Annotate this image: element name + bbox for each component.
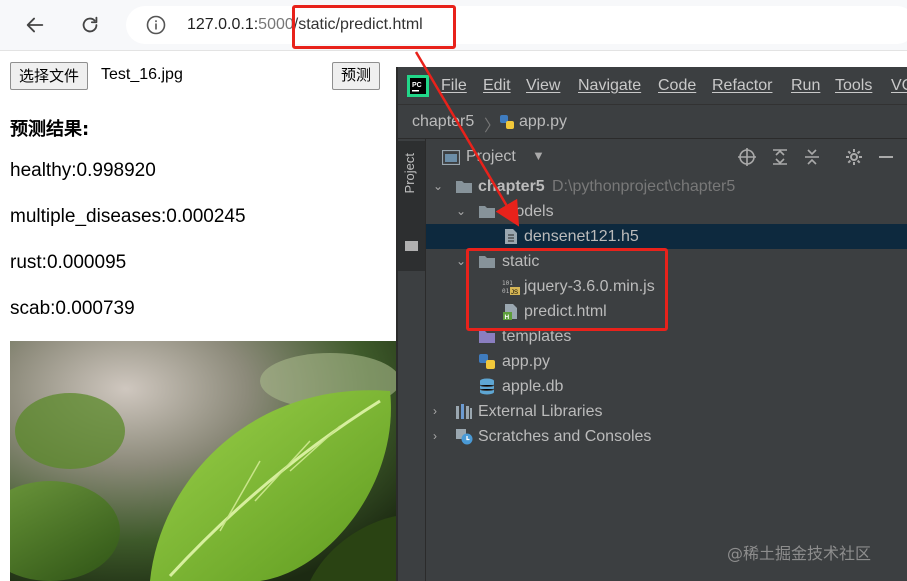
address-bar[interactable]: 127.0.0.1:5000/static/predict.html (126, 6, 907, 44)
url-host: 127.0.0.1: (187, 16, 259, 33)
back-icon (26, 17, 44, 33)
result-title: 预测结果: (10, 119, 90, 140)
dropdown-arrow-icon[interactable]: ▼ (532, 148, 545, 163)
ide-breadcrumb: chapter5 〉 app.py (398, 104, 907, 139)
tool-window-strip: Project (398, 139, 426, 581)
menu-code[interactable]: Code (658, 77, 696, 95)
folder-icon (456, 181, 472, 193)
chevron-right-icon[interactable]: › (433, 399, 437, 424)
project-tool-tab[interactable]: Project (398, 141, 425, 271)
python-file-icon (500, 115, 514, 129)
tree-app-file[interactable]: app.py (426, 349, 907, 374)
python-file-icon (479, 354, 495, 369)
watermark: @稀土掘金技术社区 (727, 544, 872, 563)
folder-icon (405, 241, 418, 251)
locate-icon[interactable] (737, 147, 757, 167)
tree-models-folder[interactable]: ⌄ models (426, 199, 907, 224)
result-healthy: healthy:0.998920 (10, 160, 156, 181)
gear-icon[interactable] (844, 147, 864, 167)
tree-scratches[interactable]: › Scratches and Consoles (426, 424, 907, 449)
expand-all-icon[interactable] (770, 147, 790, 167)
menu-refactor[interactable]: Refactor (712, 77, 772, 95)
database-icon (479, 378, 495, 395)
menu-run[interactable]: Run (791, 77, 820, 95)
result-scab: scab:0.000739 (10, 298, 135, 319)
choose-file-button[interactable]: 选择文件 (10, 62, 89, 90)
project-panel-title[interactable]: Project (466, 148, 516, 166)
svg-text:PC: PC (412, 82, 422, 89)
external-libraries-label: External Libraries (478, 403, 603, 420)
tree-densenet-file[interactable]: densenet121.h5 (426, 224, 907, 249)
menu-tools[interactable]: Tools (835, 77, 872, 95)
pycharm-logo-icon: PC (407, 75, 429, 97)
minimize-icon[interactable] (876, 147, 896, 167)
folder-icon (479, 206, 495, 218)
file-icon (505, 229, 517, 244)
chevron-down-icon[interactable]: ⌄ (456, 249, 466, 274)
chevron-down-icon[interactable]: ⌄ (456, 199, 466, 224)
scratches-icon (456, 429, 473, 445)
menu-view[interactable]: View (526, 77, 560, 95)
breadcrumb-project[interactable]: chapter5 (412, 113, 474, 131)
model-file-name: densenet121.h5 (524, 228, 639, 245)
project-panel-header: Project ▼ (426, 139, 907, 175)
tree-db-file[interactable]: apple.db (426, 374, 907, 399)
result-rust: rust:0.000095 (10, 252, 127, 273)
chevron-right-icon: 〉 (484, 118, 501, 135)
tree-root-chapter5[interactable]: ⌄ chapter5 D:\pythonproject\chapter5 (426, 174, 907, 199)
ide-menubar: PC File Edit View Navigate Code Refactor… (398, 67, 907, 104)
url-path-highlight (292, 5, 456, 49)
menu-navigate[interactable]: Navigate (578, 77, 641, 95)
db-file-name: apple.db (502, 378, 564, 395)
reload-icon (82, 16, 98, 33)
library-icon (456, 404, 472, 419)
back-button[interactable] (18, 8, 52, 42)
scratches-label: Scratches and Consoles (478, 428, 652, 445)
predict-button[interactable]: 预测 (332, 62, 381, 90)
tree-external-libraries[interactable]: › External Libraries (426, 399, 907, 424)
static-folder-highlight (466, 248, 668, 331)
root-folder-path: D:\pythonproject\chapter5 (552, 178, 736, 195)
chevron-right-icon[interactable]: › (433, 424, 437, 449)
leaf-photo (10, 341, 396, 581)
reload-button[interactable] (73, 8, 107, 42)
result-multiple-diseases: multiple_diseases:0.000245 (10, 206, 246, 227)
project-tab-label: Project (402, 153, 417, 194)
menu-file[interactable]: File (441, 77, 467, 95)
project-view-icon (442, 150, 460, 165)
selected-file-name: Test_16.jpg (101, 66, 183, 83)
predict-page: 选择文件 Test_16.jpg 预测 预测结果: healthy:0.9989… (0, 51, 400, 581)
url-port: 5000 (258, 16, 294, 33)
chevron-down-icon[interactable]: ⌄ (433, 174, 443, 199)
menu-edit[interactable]: Edit (483, 77, 511, 95)
collapse-all-icon[interactable] (802, 147, 822, 167)
app-file-name: app.py (502, 353, 551, 370)
models-folder-name: models (502, 203, 554, 220)
info-icon[interactable] (146, 15, 166, 35)
root-folder-name: chapter5 (478, 178, 545, 195)
breadcrumb-file[interactable]: app.py (519, 113, 567, 131)
menu-vcs[interactable]: VC (891, 77, 907, 95)
